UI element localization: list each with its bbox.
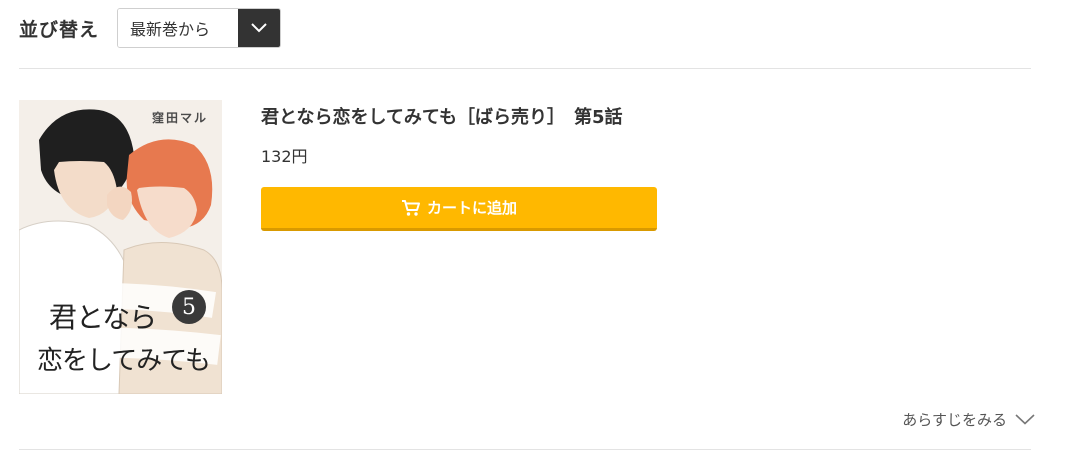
sort-select[interactable]: 最新巻から — [117, 8, 282, 48]
product-title[interactable]: 君となら恋をしてみても［ばら売り］ 第5話 — [261, 103, 623, 129]
cover-volume-badge: 5 — [172, 290, 206, 324]
book-cover[interactable]: 窪田マル 君となら 恋をしてみても 5 — [19, 100, 222, 394]
divider-top — [19, 68, 1031, 69]
synopsis-label: あらすじをみる — [902, 411, 1007, 429]
divider-bottom — [19, 449, 1031, 450]
synopsis-toggle[interactable]: あらすじをみる — [902, 409, 1035, 430]
cover-author: 窪田マル — [151, 111, 208, 125]
chevron-down-icon — [251, 23, 267, 33]
product-price: 132円 — [261, 147, 308, 166]
add-to-cart-label: カートに追加 — [426, 199, 517, 217]
sort-selected-value[interactable]: 最新巻から — [118, 9, 239, 47]
cover-title-line1: 君となら — [49, 301, 157, 334]
sort-bar: 並び替え 最新巻から — [19, 8, 282, 48]
cart-plus-icon — [401, 199, 421, 217]
chevron-down-icon — [1015, 414, 1035, 425]
sort-dropdown-toggle[interactable] — [238, 9, 281, 47]
cover-title-line2: 恋をしてみても — [37, 346, 211, 376]
add-to-cart-button[interactable]: カートに追加 — [261, 187, 657, 231]
sort-label: 並び替え — [19, 18, 100, 41]
